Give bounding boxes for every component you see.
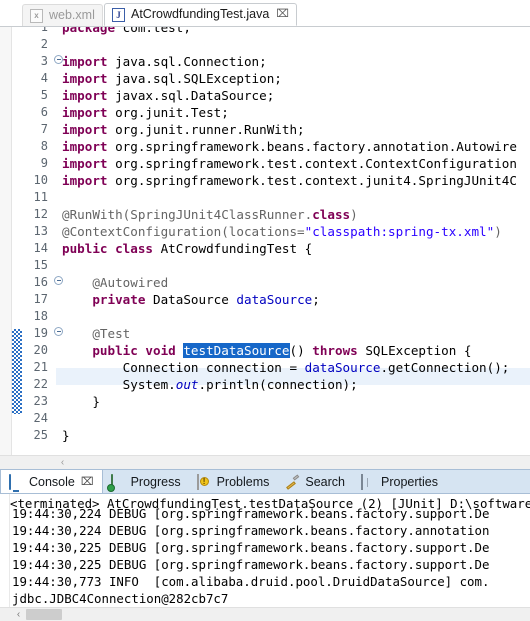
tab-search[interactable]: Search	[277, 470, 353, 494]
line-number: 22	[33, 377, 48, 391]
line-number: 6	[40, 105, 48, 119]
line-number: 16	[33, 275, 48, 289]
line-number: 10	[33, 173, 48, 187]
editor-occurrence-marker-column	[12, 27, 22, 469]
tab-problems[interactable]: Problems	[189, 470, 278, 494]
line-number: 21	[33, 360, 48, 374]
search-icon	[285, 475, 300, 489]
code-line: import org.junit.runner.RunWith;	[62, 122, 305, 137]
line-number: 24	[33, 411, 48, 425]
code-line: private DataSource dataSource;	[92, 292, 320, 307]
editor-tab-bar: x web.xml J AtCrowdfundingTest.java ⌧	[0, 0, 530, 26]
tab-properties[interactable]: Properties	[353, 470, 446, 494]
editor-annotation-ruler[interactable]	[0, 27, 12, 469]
code-line: public class AtCrowdfundingTest {	[62, 241, 313, 256]
close-icon[interactable]: ⌧	[81, 475, 94, 488]
occurrence-marker-highlight	[12, 329, 22, 414]
editor-tab-label: web.xml	[49, 8, 95, 23]
java-file-icon: J	[112, 7, 126, 22]
code-line: public void testDataSource() throws SQLE…	[92, 343, 472, 358]
code-line: @Autowired	[62, 275, 169, 290]
code-line: import java.sql.SQLException;	[62, 71, 282, 86]
editor-line-number-ruler: 1 2 3 4 5 6 7 8 9 10 11 12 13 14 15 16 17 18 19 20 21 22 23 24 2…	[22, 27, 54, 469]
code-line: @RunWith(SpringJUnit4ClassRunner.class)	[62, 207, 358, 222]
console-horizontal-scrollbar[interactable]: ‹	[0, 607, 530, 621]
editor-tab-web-xml[interactable]: x web.xml	[22, 4, 103, 26]
console-panel: Console ⌧ Progress Problems Search Prope…	[0, 469, 530, 621]
console-output-line: 19:44:30,773 INFO [com.alibaba.druid.poo…	[12, 574, 490, 589]
line-number: 18	[33, 309, 48, 323]
scroll-left-icon[interactable]: ‹	[56, 456, 69, 469]
line-number: 3	[40, 54, 48, 68]
editor-tab-atcrowdfundingtest-java[interactable]: J AtCrowdfundingTest.java ⌧	[104, 3, 297, 26]
editor-tab-label: AtCrowdfundingTest.java	[131, 7, 270, 22]
code-line: import org.junit.Test;	[62, 105, 229, 120]
eclipse-ide-window: x web.xml J AtCrowdfundingTest.java ⌧ 12…	[0, 0, 530, 621]
line-number: 15	[33, 258, 48, 272]
line-number: 1	[40, 26, 48, 34]
line-number: 4	[40, 71, 48, 85]
code-line: import org.springframework.test.context.…	[62, 173, 517, 188]
scroll-left-icon[interactable]: ‹	[12, 608, 25, 621]
java-editor[interactable]: 1 2 3 4 5 6 7 8 9 10 11 12 13 14 15 16 17 18 19 20 21 22 23 24 2…	[0, 26, 530, 469]
line-number: 19	[33, 326, 48, 340]
console-tab-bar: Console ⌧ Progress Problems Search Prope…	[0, 469, 530, 494]
code-line: import javax.sql.DataSource;	[62, 88, 275, 103]
line-number: 14	[33, 241, 48, 255]
line-number: 25	[33, 428, 48, 442]
line-number: 20	[33, 343, 48, 357]
tab-progress[interactable]: Progress	[103, 470, 189, 494]
code-line: }	[62, 428, 70, 443]
line-number: 17	[33, 292, 48, 306]
line-number: 23	[33, 394, 48, 408]
line-number: 13	[33, 224, 48, 238]
line-number: 12	[33, 207, 48, 221]
console-output-line: 19:44:30,225 DEBUG [org.springframework.…	[12, 557, 490, 572]
close-icon[interactable]: ⌧	[276, 9, 289, 20]
console-icon	[9, 473, 24, 490]
code-line: import org.springframework.beans.factory…	[62, 139, 517, 154]
console-output-line: 19:44:30,224 DEBUG [org.springframework.…	[12, 523, 490, 538]
problems-icon	[196, 473, 212, 490]
code-line: import java.sql.Connection;	[62, 54, 267, 69]
console-tab-label: Problems	[216, 474, 270, 489]
console-left-strip	[0, 494, 10, 621]
code-line: @ContextConfiguration(locations="classpa…	[62, 224, 502, 239]
console-tab-label: Search	[305, 474, 345, 489]
properties-icon	[361, 473, 376, 490]
console-tab-label: Progress	[130, 474, 181, 489]
line-number: 5	[40, 88, 48, 102]
progress-icon	[110, 473, 126, 490]
code-line: }	[62, 394, 100, 409]
code-line: import org.springframework.test.context.…	[62, 156, 517, 171]
console-tab-label: Properties	[381, 474, 438, 489]
console-tab-label: Console	[29, 474, 75, 489]
console-output-line: jdbc.JDBC4Connection@282cb7c7	[12, 591, 229, 606]
editor-horizontal-scrollbar[interactable]: ‹	[0, 455, 530, 469]
line-number: 8	[40, 139, 48, 153]
line-number: 2	[40, 37, 48, 51]
editor-code-area[interactable]: package com.test; import java.sql.Connect…	[56, 27, 530, 455]
console-output-line: 19:44:30,224 DEBUG [org.springframework.…	[12, 506, 490, 521]
console-output-line: 19:44:30,225 DEBUG [org.springframework.…	[12, 540, 490, 555]
selected-text: testDataSource	[183, 343, 290, 358]
line-number: 11	[33, 190, 48, 204]
line-number: 7	[40, 122, 48, 136]
code-line: Connection connection = dataSource.getCo…	[62, 360, 510, 375]
line-number: 9	[40, 156, 48, 170]
code-line: package com.test;	[62, 27, 191, 35]
tab-console[interactable]: Console ⌧	[0, 469, 103, 494]
code-line: System.out.println(connection);	[62, 377, 358, 392]
xml-file-icon: x	[30, 8, 44, 23]
scrollbar-thumb[interactable]	[26, 609, 62, 620]
code-line: @Test	[62, 326, 131, 341]
console-output-area[interactable]: <terminated> AtCrowdfundingTest.testData…	[0, 493, 530, 621]
